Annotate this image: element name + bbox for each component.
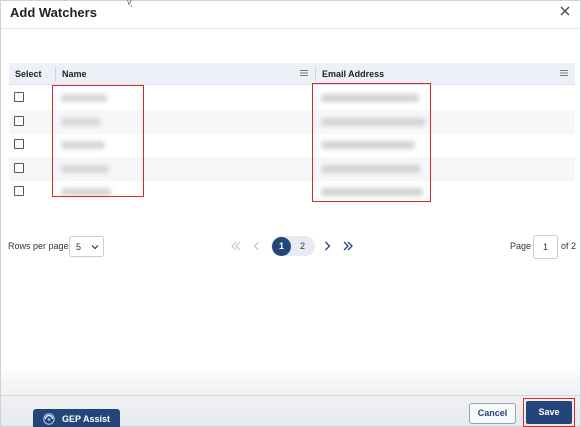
row-checkbox[interactable] — [14, 92, 24, 102]
row-checkbox[interactable] — [14, 163, 24, 173]
footer-divider — [1, 395, 580, 396]
redacted-email — [321, 94, 419, 102]
table-row[interactable] — [9, 86, 575, 110]
redacted-name — [61, 141, 105, 149]
rows-per-page-label: Rows per page — [8, 241, 69, 251]
first-page-button[interactable] — [226, 236, 246, 256]
close-icon[interactable] — [558, 4, 572, 18]
page-button-1[interactable]: 1 — [272, 236, 291, 256]
redacted-email — [321, 188, 423, 196]
page-total-label: of 2 — [561, 241, 577, 251]
page-number-group: 1 2 — [271, 236, 315, 256]
table-row[interactable] — [9, 133, 575, 157]
name-column-menu-icon[interactable] — [300, 69, 308, 77]
email-column-menu-icon[interactable] — [560, 69, 568, 77]
column-header-name[interactable]: Name — [62, 69, 87, 79]
column-header-select: Select — [15, 69, 42, 79]
page-button-2[interactable]: 2 — [293, 237, 312, 256]
row-checkbox[interactable] — [14, 116, 24, 126]
column-divider — [55, 67, 56, 81]
redacted-name — [61, 188, 111, 196]
last-page-button[interactable] — [338, 236, 358, 256]
chevron-right-icon — [325, 241, 331, 251]
stray-glyph: v̧ — [127, 0, 132, 7]
redacted-email — [321, 165, 421, 173]
page-label: Page — [510, 241, 532, 251]
chevron-left-icon — [253, 241, 259, 251]
gep-logo-icon — [43, 413, 55, 425]
chevron-down-icon — [91, 245, 99, 250]
redacted-email — [321, 118, 425, 126]
rows-per-page-value: 5 — [76, 242, 82, 252]
table-row[interactable] — [9, 180, 575, 204]
row-checkbox[interactable] — [14, 186, 24, 196]
page-number-input[interactable]: 1 — [533, 235, 558, 259]
redacted-name — [61, 94, 107, 102]
double-chevron-left-icon — [231, 241, 241, 251]
cancel-button[interactable]: Cancel — [469, 403, 516, 424]
prev-page-button[interactable] — [247, 236, 267, 256]
save-button[interactable]: Save — [526, 401, 572, 424]
redacted-email — [321, 141, 415, 149]
next-page-button[interactable] — [317, 236, 337, 256]
table-row[interactable] — [9, 157, 575, 181]
gep-assist-label: GEP Assist — [62, 414, 111, 424]
grid-header: Select Name Email Address — [9, 63, 575, 85]
gep-assist-button[interactable]: GEP Assist — [33, 409, 120, 427]
column-divider — [315, 67, 316, 81]
rows-per-page-select[interactable]: 5 — [69, 236, 104, 257]
table-row[interactable] — [9, 110, 575, 134]
redacted-name — [61, 118, 101, 126]
pagination-bar: Rows per page 5 1 2 Page 1 of 2 — [1, 233, 580, 259]
row-checkbox[interactable] — [14, 139, 24, 149]
column-header-email[interactable]: Email Address — [322, 69, 384, 79]
double-chevron-right-icon — [343, 241, 353, 251]
dialog-title: Add Watchers — [10, 5, 97, 20]
dialog-header: Add Watchers v̧ — [1, 0, 580, 29]
redacted-name — [61, 165, 109, 173]
add-watchers-dialog: Add Watchers v̧ Select Name Email Addres… — [0, 0, 581, 427]
